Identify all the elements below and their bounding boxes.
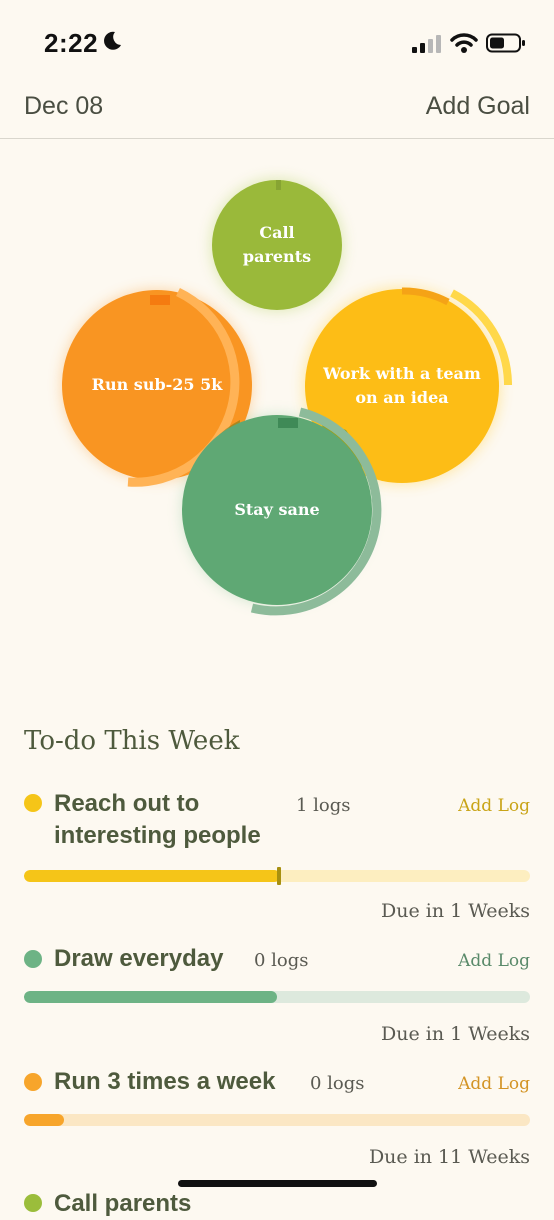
run-label: Run sub-25 5k — [91, 375, 223, 394]
progress-fill — [24, 1114, 65, 1126]
sane-label: Stay sane — [234, 500, 320, 519]
status-time: 2:22 — [44, 28, 99, 58]
progress-bar — [24, 991, 530, 1003]
bubble-label-wrap-sane[interactable]: Stay sane — [182, 415, 372, 605]
section-title: To-do This Week — [24, 726, 240, 756]
goal-color-dot — [24, 950, 42, 968]
goal-title[interactable]: Call parents — [54, 1188, 191, 1220]
due-label: Due in 1 Weeks — [381, 1023, 530, 1045]
progress-fill — [24, 870, 280, 882]
goal-color-dot — [24, 1073, 42, 1091]
progress-bar — [24, 1114, 530, 1126]
bubble-label-wrap-call[interactable]: Call parents — [212, 180, 342, 310]
add-log-button[interactable]: Add Log — [458, 796, 530, 816]
goal-title[interactable]: Draw everyday — [54, 943, 223, 975]
log-count: 0 logs — [254, 950, 309, 971]
due-label: Due in 11 Weeks — [368, 1146, 530, 1168]
home-indicator[interactable] — [178, 1180, 377, 1187]
goal-color-dot — [24, 1194, 42, 1212]
moon-icon — [104, 31, 121, 50]
add-goal-button[interactable]: Add Goal — [426, 92, 530, 121]
work-label: Work with a team on an idea — [323, 364, 481, 407]
wifi-icon — [450, 33, 478, 53]
goal-color-dot — [24, 794, 42, 812]
log-count: 1 logs — [296, 795, 351, 816]
header-divider — [0, 138, 554, 139]
due-label: Due in 1 Weeks — [381, 900, 530, 922]
call-parents-label: Call parents — [242, 223, 312, 266]
add-log-button[interactable]: Add Log — [458, 951, 530, 971]
progress-fill — [24, 991, 277, 1003]
progress-marker — [277, 867, 281, 885]
current-date: Dec 08 — [24, 92, 104, 120]
goal-title[interactable]: Run 3 times a week — [54, 1066, 275, 1098]
battery-icon — [486, 33, 525, 53]
add-log-button[interactable]: Add Log — [458, 1074, 530, 1094]
goal-title[interactable]: Reach out to interesting people — [54, 788, 294, 852]
log-count: 0 logs — [310, 1073, 365, 1094]
cellular-signal-icon — [412, 35, 441, 53]
